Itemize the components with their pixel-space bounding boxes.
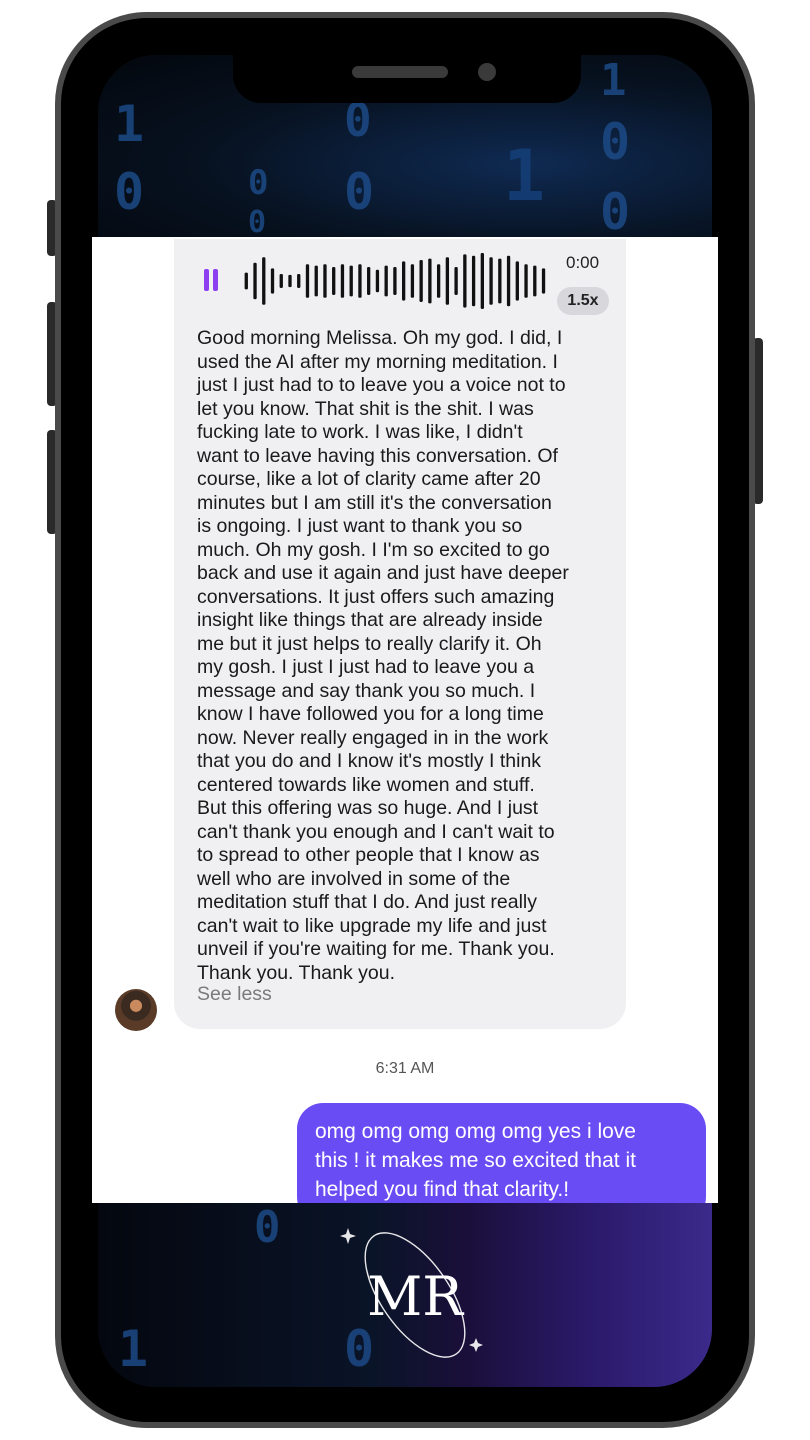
waveform-bar	[367, 267, 371, 295]
chat-thread: 0:00 1.5x Good morning Melissa. Oh my go…	[92, 237, 718, 1203]
message-timestamp: 6:31 AM	[375, 1060, 435, 1077]
waveform-bar	[541, 268, 546, 294]
phone-speaker	[352, 66, 448, 78]
waveform-bar	[279, 274, 283, 288]
waveform-bar	[498, 258, 502, 304]
audio-waveform[interactable]	[242, 253, 548, 309]
waveform-bar	[436, 264, 441, 298]
waveform-bar	[533, 265, 537, 297]
waveform-bar	[375, 269, 380, 293]
background-digit: 0	[254, 1202, 281, 1253]
waveform-bar	[297, 274, 301, 288]
waveform-bar	[489, 257, 493, 305]
waveform-bar	[471, 255, 476, 307]
mr-logo: MR	[340, 1228, 483, 1358]
playback-speed-button[interactable]: 1.5x	[557, 287, 609, 315]
logo-text: MR	[367, 1265, 464, 1328]
voice-transcript: Good morning Melissa. Oh my god. I did, …	[197, 327, 569, 984]
waveform-bar	[419, 260, 423, 302]
waveform-bar	[340, 264, 345, 298]
background-digit: 0	[344, 163, 375, 221]
waveform-bar	[410, 264, 415, 298]
background-digit: 0	[248, 163, 269, 203]
avatar[interactable]	[115, 989, 157, 1031]
waveform-bar	[349, 265, 353, 297]
see-less-link[interactable]: See less	[197, 983, 272, 1006]
waveform-bar	[515, 261, 519, 301]
waveform-bar	[262, 257, 266, 305]
background-digit: 1	[118, 1320, 149, 1378]
waveform-bar	[384, 265, 388, 297]
waveform-bar	[401, 261, 406, 301]
waveform-bar	[428, 258, 432, 304]
waveform-bar	[524, 264, 528, 298]
waveform-bar	[314, 265, 318, 297]
background-digit: 1	[114, 95, 145, 153]
waveform-bar	[506, 255, 511, 307]
waveform-bar	[393, 267, 397, 295]
waveform-bar	[463, 254, 467, 308]
phone-notch	[233, 55, 581, 103]
background-digit: 1	[600, 55, 627, 106]
waveform-bar	[253, 262, 257, 300]
background-digit: 0	[114, 163, 145, 221]
background-digit: 0	[248, 205, 267, 240]
waveform-bar	[288, 274, 292, 288]
waveform-bar	[454, 267, 458, 295]
waveform-bar	[305, 264, 310, 298]
background-digit: 0	[600, 113, 631, 171]
background-digit: 0	[600, 183, 631, 241]
waveform-bar	[323, 264, 327, 298]
playback-time: 0:00	[566, 253, 600, 272]
waveform-bar	[480, 253, 484, 309]
front-camera	[478, 63, 496, 81]
waveform-bar	[445, 257, 450, 305]
waveform-bar	[358, 264, 362, 298]
background-digit: 1	[503, 135, 546, 217]
waveform-bar	[332, 267, 336, 295]
waveform-bar	[244, 272, 248, 290]
voice-message-bubble: 0:00 1.5x Good morning Melissa. Oh my go…	[174, 239, 626, 1029]
pause-icon[interactable]	[204, 269, 218, 291]
outgoing-message-text: omg omg omg omg omg yes i love this ! it…	[315, 1120, 636, 1201]
outgoing-message-bubble: omg omg omg omg omg yes i love this ! it…	[297, 1103, 706, 1203]
waveform-bar	[270, 268, 275, 294]
